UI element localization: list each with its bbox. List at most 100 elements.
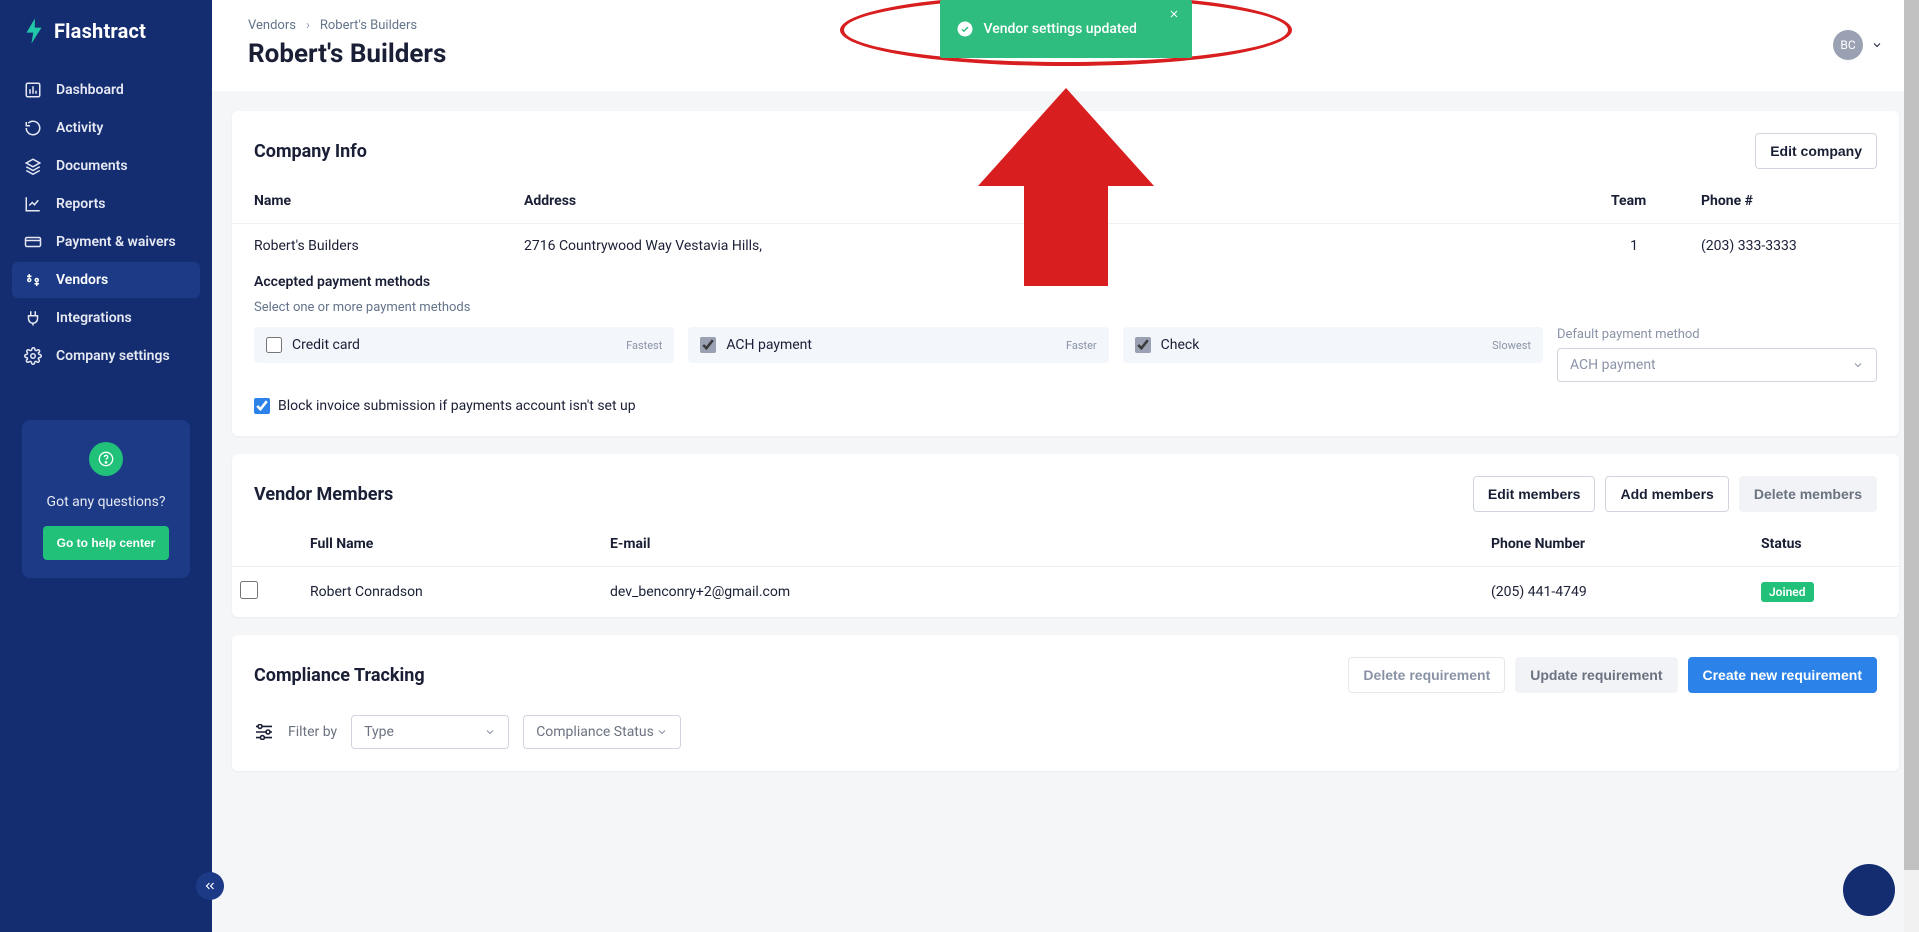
credit-card-label: Credit card <box>292 337 360 353</box>
nav-label: Documents <box>56 158 128 174</box>
chevron-down-icon <box>484 726 496 738</box>
scrollbar-thumb-vertical[interactable] <box>1904 0 1919 870</box>
edit-members-button[interactable]: Edit members <box>1473 476 1596 512</box>
payment-option-check[interactable]: Check Slowest <box>1123 327 1543 363</box>
breadcrumb-current: Robert's Builders <box>320 18 417 33</box>
company-name: Robert's Builders <box>232 224 502 269</box>
chevron-down-icon <box>1871 39 1883 51</box>
type-select-value: Type <box>364 724 394 740</box>
vendors-icon <box>24 271 42 289</box>
intercom-launcher[interactable] <box>1843 864 1895 916</box>
col-status: Status <box>1739 522 1899 567</box>
dashboard-icon <box>24 81 42 99</box>
status-badge: Joined <box>1761 582 1814 602</box>
chevron-down-icon <box>656 726 668 738</box>
sidebar-item-integrations[interactable]: Integrations <box>12 300 200 336</box>
payment-option-credit-card[interactable]: Credit card Fastest <box>254 327 674 363</box>
col-team: Team <box>1589 179 1679 224</box>
main-content: Vendors › Robert's Builders Robert's Bui… <box>212 0 1919 932</box>
default-payment-label: Default payment method <box>1557 327 1877 342</box>
type-select[interactable]: Type <box>351 715 509 749</box>
edit-company-button[interactable]: Edit company <box>1755 133 1877 169</box>
breadcrumb: Vendors › Robert's Builders <box>248 18 446 33</box>
members-table: Full Name E-mail Phone Number Status Rob… <box>232 522 1899 617</box>
sidebar-item-vendors[interactable]: Vendors <box>12 262 200 298</box>
check-tag: Slowest <box>1492 339 1531 352</box>
create-requirement-button[interactable]: Create new requirement <box>1688 657 1878 693</box>
help-question: Got any questions? <box>38 494 174 510</box>
block-invoice-row[interactable]: Block invoice submission if payments acc… <box>254 398 1877 414</box>
avatar: BC <box>1833 30 1863 60</box>
nav-list: Dashboard Activity Documents Reports Pay… <box>0 72 212 376</box>
filter-icon <box>254 724 274 740</box>
nav-label: Vendors <box>56 272 108 288</box>
col-phone-number: Phone Number <box>1469 522 1739 567</box>
company-phone: (203) 333-3333 <box>1679 224 1899 269</box>
payment-methods-hint: Select one or more payment methods <box>254 300 1877 315</box>
company-address: 2716 Countrywood Way Vestavia Hills, <box>502 224 1589 269</box>
col-address: Address <box>502 179 1589 224</box>
nav-label: Company settings <box>56 348 170 364</box>
settings-icon <box>24 347 42 365</box>
breadcrumb-vendors[interactable]: Vendors <box>248 18 296 33</box>
delete-members-button[interactable]: Delete members <box>1739 476 1877 512</box>
scrollbar-vertical[interactable] <box>1904 0 1919 932</box>
member-phone: (205) 441-4749 <box>1469 567 1739 618</box>
payment-methods-title: Accepted payment methods <box>254 274 1877 290</box>
member-row: Robert Conradson dev_benconry+2@gmail.co… <box>232 567 1899 618</box>
company-team: 1 <box>1589 224 1679 269</box>
reports-icon <box>24 195 42 213</box>
toast-close-button[interactable] <box>1166 6 1182 22</box>
toast-message: Vendor settings updated <box>984 21 1137 37</box>
help-box: Got any questions? Go to help center <box>22 420 190 578</box>
check-circle-icon <box>956 20 974 38</box>
block-invoice-checkbox[interactable] <box>254 398 270 414</box>
sidebar-item-reports[interactable]: Reports <box>12 186 200 222</box>
help-center-button[interactable]: Go to help center <box>43 526 170 560</box>
nav-label: Activity <box>56 120 103 136</box>
sidebar-item-company-settings[interactable]: Company settings <box>12 338 200 374</box>
payment-icon <box>24 233 42 251</box>
user-menu[interactable]: BC <box>1833 18 1883 60</box>
documents-icon <box>24 157 42 175</box>
status-select-value: Compliance Status <box>536 724 654 740</box>
activity-icon <box>24 119 42 137</box>
brand-lightning-icon <box>24 18 44 44</box>
chevron-right-icon: › <box>306 18 310 33</box>
member-checkbox[interactable] <box>240 581 258 599</box>
company-info-card: Company Info Edit company Name Address T… <box>232 111 1899 436</box>
col-fullname: Full Name <box>288 522 588 567</box>
check-label: Check <box>1161 337 1200 353</box>
ach-checkbox[interactable] <box>700 337 716 353</box>
nav-label: Payment & waivers <box>56 234 176 250</box>
add-members-button[interactable]: Add members <box>1605 476 1728 512</box>
filter-by-label: Filter by <box>288 724 337 740</box>
payment-option-ach[interactable]: ACH payment Faster <box>688 327 1108 363</box>
close-icon <box>1168 8 1180 20</box>
compliance-title: Compliance Tracking <box>254 665 425 686</box>
default-payment-value: ACH payment <box>1570 357 1656 373</box>
nav-label: Dashboard <box>56 82 124 98</box>
sidebar-item-payment-waivers[interactable]: Payment & waivers <box>12 224 200 260</box>
sidebar-item-dashboard[interactable]: Dashboard <box>12 72 200 108</box>
sidebar-item-activity[interactable]: Activity <box>12 110 200 146</box>
brand[interactable]: Flashtract <box>0 18 212 72</box>
ach-label: ACH payment <box>726 337 812 353</box>
update-requirement-button[interactable]: Update requirement <box>1515 657 1677 693</box>
integrations-icon <box>24 309 42 327</box>
default-payment-select[interactable]: ACH payment <box>1557 348 1877 382</box>
credit-card-checkbox[interactable] <box>266 337 282 353</box>
col-phone: Phone # <box>1679 179 1899 224</box>
compliance-status-select[interactable]: Compliance Status <box>523 715 681 749</box>
sidebar-item-documents[interactable]: Documents <box>12 148 200 184</box>
member-name: Robert Conradson <box>288 567 588 618</box>
brand-name: Flashtract <box>54 19 146 43</box>
check-checkbox[interactable] <box>1135 337 1151 353</box>
company-info-table: Name Address Team Phone # Robert's Build… <box>232 179 1899 268</box>
vendor-members-title: Vendor Members <box>254 484 393 505</box>
delete-requirement-button[interactable]: Delete requirement <box>1348 657 1505 693</box>
vendor-members-card: Vendor Members Edit members Add members … <box>232 454 1899 617</box>
company-row: Robert's Builders 2716 Countrywood Way V… <box>232 224 1899 269</box>
toast-success: Vendor settings updated <box>940 0 1192 58</box>
member-email: dev_benconry+2@gmail.com <box>588 567 1469 618</box>
